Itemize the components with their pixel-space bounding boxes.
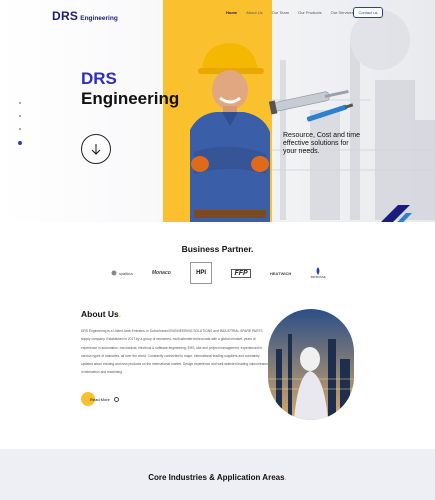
slide-dot-1[interactable] <box>19 102 21 104</box>
slide-dot-3[interactable] <box>19 128 21 130</box>
partner-logos: syaltina Monaco HPI FFP HEATWICH BIRBOSS… <box>111 262 326 284</box>
slide-indicators <box>18 102 22 145</box>
hero-title: DRS Engineering <box>81 69 179 109</box>
hydraulic-cylinder-image <box>268 90 354 122</box>
slide-dot-2[interactable] <box>19 115 21 117</box>
engineer-image <box>190 43 270 222</box>
nav-team[interactable]: Our Team <box>272 10 290 15</box>
flame-icon <box>316 267 320 275</box>
about-paragraph: DRS Engineering is a United Arab Emirate… <box>81 329 271 375</box>
partner-logo-birbosse[interactable]: BIRBOSSE <box>311 267 326 279</box>
nav-home[interactable]: Home <box>226 10 237 15</box>
partner-logo-hpi[interactable]: HPI <box>190 262 213 284</box>
hero-tagline: Resource, Cost and time effective soluti… <box>283 132 361 155</box>
refinery-engineer-image <box>268 309 354 420</box>
industries-title: Core Industries & Application Areas. <box>148 473 287 482</box>
hero-title-line1: DRS <box>81 69 117 88</box>
partners-title: Business Partner. <box>181 244 254 254</box>
nav-about[interactable]: About Us <box>246 10 262 15</box>
read-more-link[interactable]: Read More <box>90 397 110 402</box>
brand-logo[interactable]: DRS Engineering <box>52 7 118 25</box>
main-nav: Home About Us Our Team Our Products Our … <box>226 10 354 15</box>
arrow-right-icon[interactable] <box>114 397 119 402</box>
arrow-down-icon <box>91 144 101 155</box>
partner-logo-ffp[interactable]: FFP <box>231 268 251 278</box>
hero-section: DRS Engineering Home About Us Our Team Ou… <box>0 0 435 222</box>
nav-products[interactable]: Our Products <box>298 10 322 15</box>
brand-name: DRS <box>52 9 79 23</box>
hero-title-line2: Engineering <box>81 89 180 108</box>
scroll-down-button[interactable] <box>81 134 111 164</box>
partner-logo-heatwich[interactable]: HEATWICH <box>270 271 291 276</box>
brand-sub: Engineering <box>80 15 118 22</box>
s-logo-icon <box>111 270 117 276</box>
contact-button[interactable]: Contact us <box>353 7 383 18</box>
slide-dot-4[interactable] <box>18 141 22 145</box>
nav-services[interactable]: Our Services <box>331 10 354 15</box>
decorative-stripe <box>381 205 412 222</box>
partner-logo-monaco[interactable]: Monaco <box>152 270 171 276</box>
partner-logo-syaltina[interactable]: syaltina <box>111 270 133 276</box>
about-title: About Us. <box>81 309 122 319</box>
